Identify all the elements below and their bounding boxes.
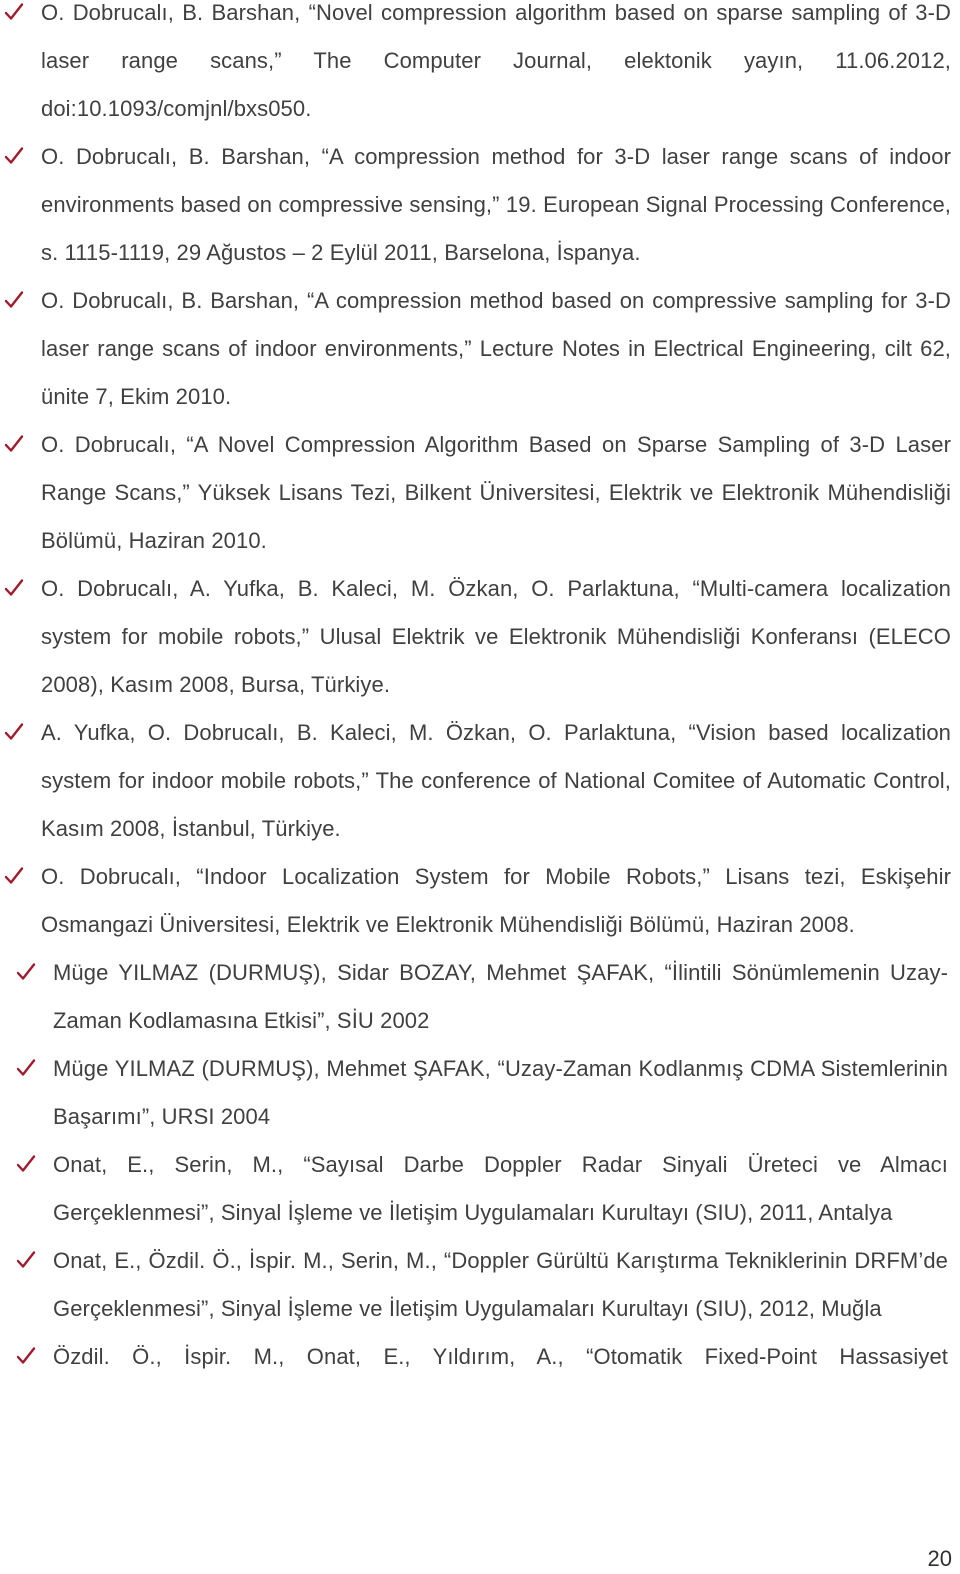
reference-item: O. Dobrucalı, A. Yufka, B. Kaleci, M. Öz… xyxy=(0,565,960,709)
reference-text: Müge YILMAZ (DURMUŞ), Mehmet ŞAFAK, “Uza… xyxy=(53,1056,948,1129)
reference-item: A. Yufka, O. Dobrucalı, B. Kaleci, M. Öz… xyxy=(0,709,960,853)
checkmark-icon xyxy=(4,722,24,742)
reference-text: Onat, E., Özdil. Ö., İspir. M., Serin, M… xyxy=(53,1248,948,1321)
checkmark-icon xyxy=(16,1058,36,1078)
reference-item: Özdil. Ö., İspir. M., Onat, E., Yıldırım… xyxy=(0,1333,960,1381)
reference-item: Müge YILMAZ (DURMUŞ), Mehmet ŞAFAK, “Uza… xyxy=(0,1045,960,1141)
reference-text: A. Yufka, O. Dobrucalı, B. Kaleci, M. Öz… xyxy=(41,720,951,841)
reference-item: Onat, E., Serin, M., “Sayısal Darbe Dopp… xyxy=(0,1141,960,1237)
reference-text: Onat, E., Serin, M., “Sayısal Darbe Dopp… xyxy=(53,1152,948,1225)
reference-text: O. Dobrucalı, “A Novel Compression Algor… xyxy=(41,432,951,553)
reference-item: O. Dobrucalı, B. Barshan, “Novel compres… xyxy=(0,0,960,133)
checkmark-icon xyxy=(4,578,24,598)
reference-list: O. Dobrucalı, B. Barshan, “Novel compres… xyxy=(0,0,960,1381)
checkmark-icon xyxy=(16,1250,36,1270)
checkmark-icon xyxy=(16,962,36,982)
checkmark-icon xyxy=(4,434,24,454)
checkmark-icon xyxy=(4,290,24,310)
reference-text: O. Dobrucalı, “Indoor Localization Syste… xyxy=(41,864,951,937)
checkmark-icon xyxy=(16,1346,36,1366)
reference-item: O. Dobrucalı, B. Barshan, “A compression… xyxy=(0,277,960,421)
checkmark-icon xyxy=(16,1154,36,1174)
checkmark-icon xyxy=(4,146,24,166)
reference-item: O. Dobrucalı, B. Barshan, “A compression… xyxy=(0,133,960,277)
reference-text: O. Dobrucalı, B. Barshan, “Novel compres… xyxy=(41,0,951,121)
reference-item: O. Dobrucalı, “Indoor Localization Syste… xyxy=(0,853,960,949)
reference-text: Özdil. Ö., İspir. M., Onat, E., Yıldırım… xyxy=(53,1344,948,1369)
reference-text: O. Dobrucalı, B. Barshan, “A compression… xyxy=(41,288,951,409)
checkmark-icon xyxy=(4,2,24,22)
reference-item: Müge YILMAZ (DURMUŞ), Sidar BOZAY, Mehme… xyxy=(0,949,960,1045)
reference-item: Onat, E., Özdil. Ö., İspir. M., Serin, M… xyxy=(0,1237,960,1333)
reference-text: Müge YILMAZ (DURMUŞ), Sidar BOZAY, Mehme… xyxy=(53,960,948,1033)
checkmark-icon xyxy=(4,866,24,886)
page-number: 20 xyxy=(927,1546,952,1571)
reference-item: O. Dobrucalı, “A Novel Compression Algor… xyxy=(0,421,960,565)
reference-text: O. Dobrucalı, B. Barshan, “A compression… xyxy=(41,144,951,265)
reference-text: O. Dobrucalı, A. Yufka, B. Kaleci, M. Öz… xyxy=(41,576,951,697)
